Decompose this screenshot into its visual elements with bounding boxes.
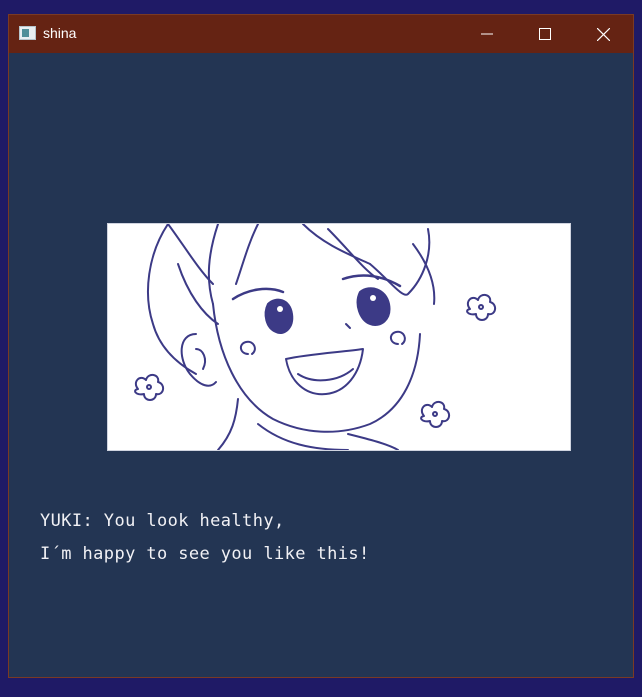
minimize-icon (481, 33, 493, 35)
minimize-button[interactable] (458, 15, 516, 53)
close-button[interactable] (574, 15, 632, 53)
character-portrait-image (134, 224, 496, 450)
maximize-button[interactable] (516, 15, 574, 53)
window-title: shina (43, 25, 77, 41)
window-app-icon (19, 26, 36, 40)
character-illustration-panel (107, 223, 571, 451)
game-window: shina YUKI: You look healthy, I´m happy … (8, 14, 634, 678)
dialogue-line-1: YUKI: You look healthy, (40, 511, 285, 531)
close-icon (596, 27, 610, 41)
maximize-icon (539, 28, 551, 40)
dialogue-line-2: I´m happy to see you like this! (40, 544, 370, 564)
title-bar[interactable]: shina (9, 15, 633, 53)
dialogue-box: YUKI: You look healthy, I´m happy to see… (40, 505, 370, 571)
